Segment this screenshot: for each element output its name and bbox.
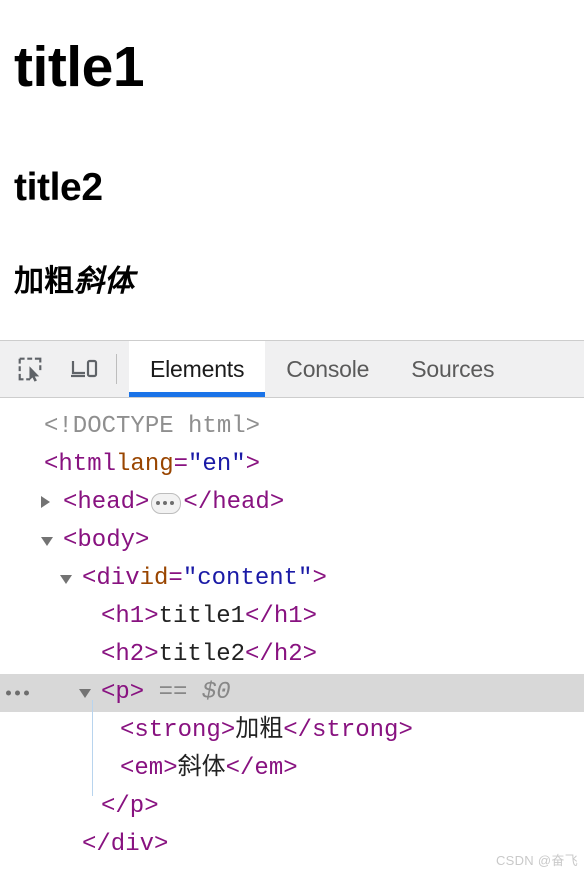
tag-close-strong: </strong>: [283, 717, 413, 744]
dom-row-html[interactable]: <html lang = "en" >: [0, 446, 584, 484]
tag-open-div: <div: [82, 565, 140, 592]
tag-open-h1: <h1>: [101, 603, 159, 630]
csdn-watermark: CSDN @奋飞: [495, 853, 578, 868]
chevron-down-icon: [41, 537, 53, 546]
tab-console[interactable]: Console: [265, 341, 390, 397]
doctype-text: <!DOCTYPE html>: [44, 413, 261, 440]
dom-row-head[interactable]: <head> </head>: [0, 484, 584, 522]
chevron-down-icon: [79, 689, 91, 698]
tag-close-bracket: >: [312, 565, 327, 592]
ellipsis-badge-icon[interactable]: [151, 492, 182, 514]
dom-row-body[interactable]: <body>: [0, 522, 584, 560]
dom-row-h2[interactable]: <h2> title2 </h2>: [0, 636, 584, 674]
device-toolbar-button[interactable]: [62, 349, 106, 389]
tab-elements[interactable]: Elements: [129, 341, 266, 397]
tag-open-html: <html: [44, 451, 117, 478]
toolbar-divider: [116, 354, 117, 384]
tag-close-em: </em>: [225, 755, 298, 782]
tag-open-h2: <h2>: [101, 641, 159, 668]
twisty-collapsed-head[interactable]: [41, 484, 59, 522]
page-paragraph: 加粗斜体: [14, 265, 134, 298]
attr-value-lang: "en": [188, 451, 246, 478]
rendered-page-viewport: title1 title2 加粗斜体: [0, 0, 584, 340]
attr-equals: =: [173, 451, 189, 478]
indent-guide-line: [92, 700, 93, 796]
dom-row-strong[interactable]: <strong> 加粗 </strong>: [0, 712, 584, 750]
twisty-expanded-body[interactable]: [41, 522, 59, 560]
paragraph-em-text: 斜体: [74, 265, 134, 298]
dom-row-h1[interactable]: <h1> title1 </h1>: [0, 598, 584, 636]
tag-close-p: </p>: [101, 793, 159, 820]
tag-close-head: </head>: [183, 489, 285, 516]
dom-row-div-content[interactable]: <div id = "content" >: [0, 560, 584, 598]
tag-close-div: </div>: [82, 831, 169, 858]
tag-open-strong: <strong>: [120, 717, 236, 744]
tag-close-h2: </h2>: [245, 641, 318, 668]
dom-row-doctype[interactable]: <!DOCTYPE html>: [0, 408, 584, 446]
tag-open-body: <body>: [63, 527, 150, 554]
selected-equals-marker: ==: [158, 679, 188, 706]
devtools-panel: Elements Console Sources <!DOCTYPE html>…: [0, 340, 584, 874]
console-ref-dollar-zero: $0: [201, 679, 231, 706]
dom-row-p-close[interactable]: </p>: [0, 788, 584, 826]
text-node-h1: title1: [158, 603, 246, 630]
device-toolbar-icon: [71, 359, 98, 378]
text-node-em: 斜体: [177, 755, 226, 782]
attr-name-id: id: [139, 565, 169, 592]
tag-open-em: <em>: [120, 755, 178, 782]
dom-tree[interactable]: <!DOCTYPE html> <html lang = "en" > <head> <…: [0, 398, 584, 864]
toolbar-icon-group: [0, 341, 106, 397]
tab-sources[interactable]: Sources: [390, 341, 515, 397]
tag-close-bracket: >: [245, 451, 261, 478]
chevron-right-icon: [41, 496, 50, 508]
row-more-options-icon[interactable]: [6, 690, 29, 696]
dom-row-p-selected[interactable]: <p> == $0: [0, 674, 584, 712]
page-heading-1: title1: [14, 35, 145, 99]
text-node-h2: title2: [158, 641, 246, 668]
inspect-element-picker-button[interactable]: [8, 349, 52, 389]
devtools-tab-bar: Elements Console Sources: [129, 341, 515, 397]
dom-row-em[interactable]: <em> 斜体 </em>: [0, 750, 584, 788]
devtools-toolbar: Elements Console Sources: [0, 341, 584, 398]
paragraph-strong-text: 加粗: [14, 265, 74, 298]
attr-equals: =: [168, 565, 183, 592]
tag-open-p: <p>: [101, 679, 145, 706]
tag-close-h1: </h1>: [245, 603, 318, 630]
page-heading-2: title2: [14, 166, 103, 209]
twisty-expanded-div[interactable]: [60, 560, 78, 598]
inspect-element-picker-icon: [18, 357, 42, 382]
text-node-strong: 加粗: [235, 717, 284, 744]
attr-value-id: "content": [182, 565, 313, 592]
twisty-expanded-p[interactable]: [79, 674, 97, 712]
attr-name-lang: lang: [116, 451, 174, 478]
tag-open-head: <head>: [63, 489, 150, 516]
chevron-down-icon: [60, 575, 72, 584]
